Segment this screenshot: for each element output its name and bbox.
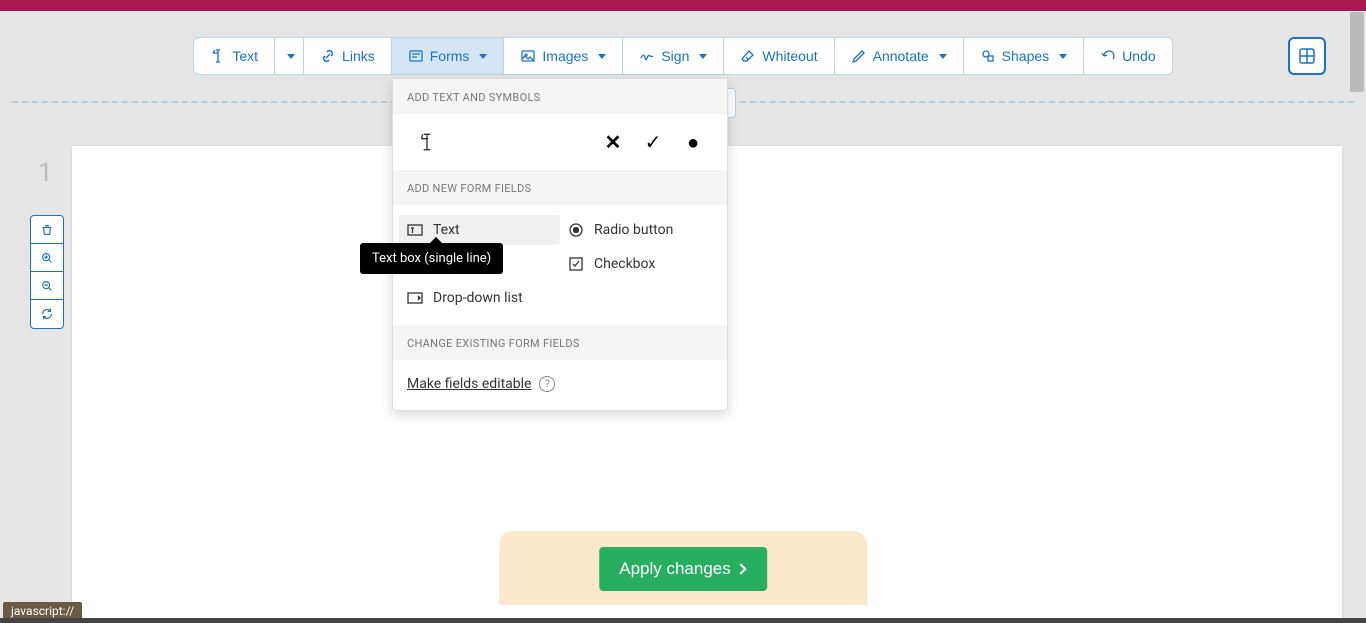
scrollbar[interactable]: [1350, 12, 1364, 92]
undo-label: Undo: [1122, 48, 1155, 64]
shapes-icon: [980, 48, 996, 64]
radio-icon: [568, 222, 584, 238]
dropdown-section-symbols: ADD TEXT AND SYMBOLS: [393, 79, 727, 114]
text-cursor-icon: [416, 131, 438, 153]
undo-icon: [1100, 48, 1116, 64]
dropdown-list-icon: [407, 290, 423, 306]
zoom-in-icon: [40, 251, 54, 265]
zoom-in-tool[interactable]: [31, 244, 63, 272]
dropdown-section-fields: ADD NEW FORM FIELDS: [393, 170, 727, 205]
page-number: 1: [38, 158, 53, 188]
text-field-option[interactable]: Text: [399, 215, 560, 245]
forms-tool-button[interactable]: Forms: [391, 37, 504, 75]
refresh-tool[interactable]: [31, 300, 63, 328]
whiteout-tool-label: Whiteout: [762, 48, 817, 64]
eraser-icon: [740, 48, 756, 64]
sign-tool-button[interactable]: Sign: [622, 37, 723, 75]
apply-changes-button[interactable]: Apply changes: [599, 547, 767, 591]
forms-tool-label: Forms: [430, 48, 470, 64]
chevron-down-icon: [699, 54, 707, 59]
text-tool-dropdown[interactable]: [274, 37, 303, 75]
pencil-icon: [851, 48, 867, 64]
dropdown-field-option[interactable]: Drop-down list: [399, 283, 560, 313]
text-field-label: Text: [433, 222, 460, 238]
undo-button[interactable]: Undo: [1083, 37, 1172, 75]
cross-symbol[interactable]: ✕: [593, 128, 633, 156]
images-tool-label: Images: [542, 48, 588, 64]
chevron-down-icon: [1059, 54, 1067, 59]
delete-tool[interactable]: [31, 216, 63, 244]
images-tool-button[interactable]: Images: [503, 37, 622, 75]
chevron-right-icon: [737, 562, 747, 576]
image-icon: [520, 48, 536, 64]
dot-symbol[interactable]: ●: [673, 128, 713, 156]
chevron-down-icon: [939, 54, 947, 59]
refresh-icon: [40, 307, 54, 321]
bottom-border: [0, 618, 1366, 623]
sign-tool-label: Sign: [661, 48, 689, 64]
checkbox-icon: [568, 256, 584, 272]
help-icon[interactable]: ?: [539, 376, 555, 392]
links-tool-label: Links: [342, 48, 375, 64]
text-tool-button[interactable]: Text: [193, 37, 274, 75]
make-editable-link[interactable]: Make fields editable: [407, 376, 531, 392]
main-toolbar: Text Links Forms Images Sign Whiteout: [193, 37, 1172, 75]
radio-field-label: Radio button: [594, 222, 673, 238]
dropdown-field-label: Drop-down list: [433, 290, 523, 306]
apply-panel: Apply changes: [499, 531, 867, 605]
whiteout-tool-button[interactable]: Whiteout: [723, 37, 833, 75]
text-field-icon: [407, 222, 423, 238]
links-tool-button[interactable]: Links: [303, 37, 391, 75]
form-icon: [408, 48, 424, 64]
trash-icon: [40, 223, 54, 237]
checkbox-field-option[interactable]: Checkbox: [560, 249, 721, 279]
shapes-tool-button[interactable]: Shapes: [963, 37, 1083, 75]
tooltip: Text box (single line): [360, 243, 503, 274]
radio-field-option[interactable]: Radio button: [560, 215, 721, 245]
zoom-out-icon: [40, 279, 54, 293]
text-tool-label: Text: [232, 48, 258, 64]
annotate-tool-label: Annotate: [873, 48, 929, 64]
chevron-down-icon: [598, 54, 606, 59]
grid-icon: [1298, 47, 1316, 65]
shapes-tool-label: Shapes: [1002, 48, 1049, 64]
dropdown-section-change: CHANGE EXISTING FORM FIELDS: [393, 325, 727, 360]
text-symbol[interactable]: [407, 128, 447, 156]
link-icon: [320, 48, 336, 64]
zoom-out-tool[interactable]: [31, 272, 63, 300]
annotate-tool-button[interactable]: Annotate: [834, 37, 963, 75]
side-toolbar: [30, 215, 64, 329]
signature-icon: [639, 48, 655, 64]
grid-view-button[interactable]: [1288, 37, 1326, 75]
chevron-down-icon: [287, 54, 295, 59]
text-cursor-icon: [210, 48, 226, 64]
check-symbol[interactable]: ✓: [633, 128, 673, 156]
top-brand-bar: [0, 0, 1366, 11]
apply-label: Apply changes: [619, 559, 731, 579]
checkbox-field-label: Checkbox: [594, 256, 655, 272]
chevron-down-icon: [479, 54, 487, 59]
